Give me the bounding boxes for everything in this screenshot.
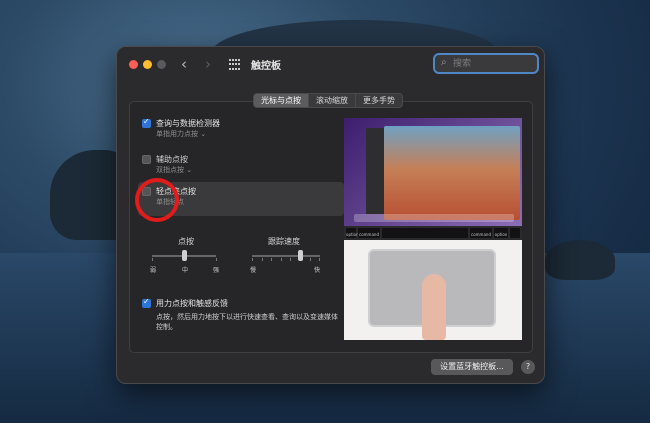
preview-sidebar xyxy=(366,128,386,214)
tracking-slider-track[interactable] xyxy=(252,255,320,257)
settings-panel: 查询与数据检测器 单指用力点按 ⌄ 辅助点按 双指点按 ⌄ 轻点来点按 单指轻点… xyxy=(129,101,533,353)
slider-min-label: 弱 xyxy=(150,267,157,274)
tracking-slider-knob[interactable] xyxy=(298,250,303,261)
preview-finger xyxy=(422,274,446,340)
slider-tick xyxy=(216,258,217,261)
preview-photo xyxy=(384,126,520,220)
slider-min-label: 慢 xyxy=(250,267,257,274)
close-button[interactable] xyxy=(129,60,138,69)
title-bar: ‹ › 触控板 ⌕ xyxy=(117,47,544,83)
back-button[interactable]: ‹ xyxy=(181,55,187,73)
slider-mid-label: 中 xyxy=(182,267,189,274)
key xyxy=(510,228,520,238)
minimize-button[interactable] xyxy=(143,60,152,69)
wallpaper-rock xyxy=(545,240,615,280)
slider-tick xyxy=(319,258,320,261)
key: command xyxy=(470,228,492,238)
force-click-checkbox[interactable] xyxy=(142,297,151,308)
spacebar-key xyxy=(382,228,468,238)
annotation-circle xyxy=(135,178,179,222)
zoom-button[interactable] xyxy=(157,60,166,69)
click-slider-knob[interactable] xyxy=(182,250,187,261)
preview-keyboard: option command command option xyxy=(344,226,522,240)
help-button[interactable]: ? xyxy=(521,360,535,374)
tab-more-gestures[interactable]: 更多手势 xyxy=(356,94,402,107)
slider-tick xyxy=(290,258,291,261)
slider-tick xyxy=(152,258,153,261)
option-sub-popup[interactable]: 双指点按 ⌄ xyxy=(156,165,192,175)
search-icon: ⌕ xyxy=(441,57,447,68)
option-label: 辅助点按 xyxy=(156,155,188,164)
tab-point-click[interactable]: 光标与点按 xyxy=(254,94,309,107)
forward-button[interactable]: › xyxy=(205,55,211,73)
key: option xyxy=(346,228,359,238)
tab-scroll-zoom[interactable]: 滚动缩放 xyxy=(309,94,356,107)
option-label: 查询与数据检测器 xyxy=(156,119,220,128)
preview-dock xyxy=(354,214,514,222)
tab-bar: 光标与点按 滚动缩放 更多手势 xyxy=(253,93,403,108)
setup-bluetooth-trackpad-button[interactable]: 设置蓝牙触控板... xyxy=(431,359,513,375)
force-click-description: 点按，然后用力地按下以进行快速查看、查询以及变速媒体控制。 xyxy=(156,313,338,331)
secondary-click-checkbox[interactable] xyxy=(142,155,151,164)
window-title: 触控板 xyxy=(251,61,281,72)
search-input[interactable] xyxy=(453,57,533,71)
slider-tick xyxy=(262,258,263,261)
slider-tick xyxy=(271,258,272,261)
preview-screen xyxy=(344,118,522,226)
trackpad-preferences-window: ‹ › 触控板 ⌕ 查询与数据检测器 单指用力点按 ⌄ 辅助点按 双指点按 ⌄ … xyxy=(116,46,545,384)
slider-tick xyxy=(252,258,253,261)
option-label: 用力点按和触感反馈 xyxy=(156,299,228,308)
preview-image: option command command option xyxy=(344,118,522,340)
search-field[interactable]: ⌕ xyxy=(433,53,539,74)
key: command xyxy=(358,228,380,238)
key: option xyxy=(494,228,508,238)
slider-max-label: 强 xyxy=(213,267,220,274)
option-sub-popup[interactable]: 单指用力点按 ⌄ xyxy=(156,129,206,139)
lookup-checkbox[interactable] xyxy=(142,117,151,128)
slider-tick xyxy=(281,258,282,261)
slider-max-label: 快 xyxy=(314,267,321,274)
slider-tick xyxy=(310,258,311,261)
click-slider-title: 点按 xyxy=(178,237,194,246)
show-all-grid-icon[interactable] xyxy=(229,59,241,71)
tracking-slider-title: 跟踪速度 xyxy=(268,237,300,246)
